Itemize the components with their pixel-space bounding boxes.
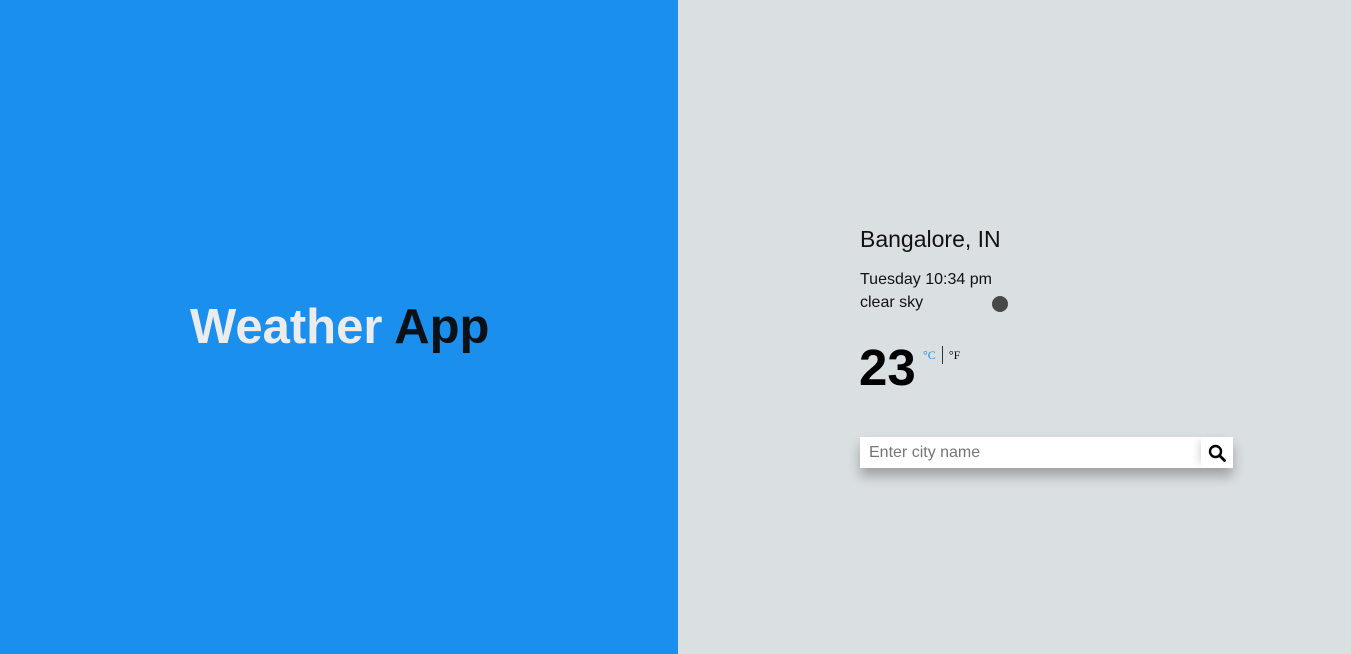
city-search-input[interactable] bbox=[860, 437, 1201, 468]
datetime-label: Tuesday 10:34 pm bbox=[860, 271, 992, 288]
weather-icon bbox=[992, 296, 1008, 312]
unit-divider bbox=[941, 346, 943, 364]
condition-row: clear sky bbox=[860, 294, 1020, 314]
location-label: Bangalore, IN bbox=[860, 226, 1001, 252]
city-search-bar bbox=[860, 437, 1233, 468]
search-icon bbox=[1208, 444, 1226, 462]
celsius-toggle[interactable]: °C bbox=[923, 348, 936, 363]
brand-panel: Weather App bbox=[0, 0, 678, 654]
fahrenheit-toggle[interactable]: °F bbox=[949, 348, 960, 363]
condition-description: clear sky bbox=[860, 294, 924, 311]
temperature-value: 23 bbox=[859, 339, 916, 396]
app-container: Weather App Bangalore, IN Tuesday 10:34 … bbox=[0, 0, 1351, 654]
search-button[interactable] bbox=[1201, 437, 1233, 468]
weather-panel: Bangalore, IN Tuesday 10:34 pm clear sky… bbox=[678, 0, 1351, 654]
app-title-weather: Weather bbox=[190, 300, 383, 354]
app-title: Weather App bbox=[190, 298, 489, 356]
unit-toggle: °C °F bbox=[923, 345, 960, 365]
app-title-app: App bbox=[394, 300, 490, 354]
